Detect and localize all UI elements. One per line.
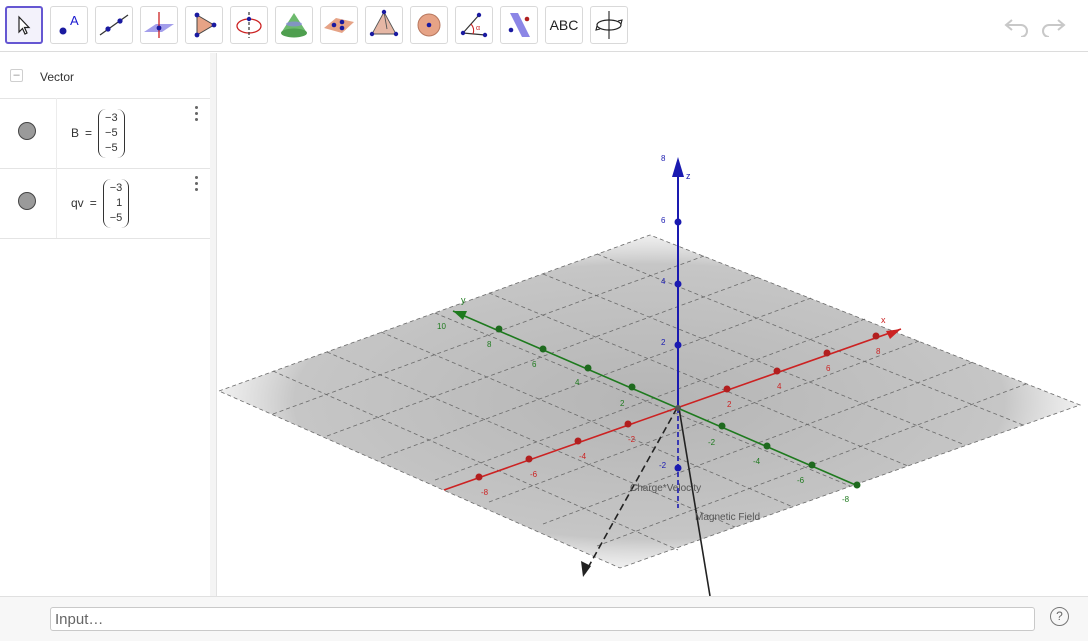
line-icon <box>99 14 129 36</box>
undo-icon <box>1004 19 1028 37</box>
svg-text:8: 8 <box>661 154 666 163</box>
svg-text:6: 6 <box>826 364 831 373</box>
visibility-cell <box>0 168 57 238</box>
panel-resize-handle[interactable] <box>210 53 217 596</box>
text-tool-button[interactable]: ABC <box>545 6 583 44</box>
algebra-input-field[interactable] <box>50 607 1035 631</box>
pyramid-tool-button[interactable] <box>365 6 403 44</box>
object-name: B <box>71 126 80 140</box>
object-name: qv <box>71 196 84 210</box>
svg-text:2: 2 <box>661 338 666 347</box>
perpendicular-line-tool-button[interactable] <box>140 6 178 44</box>
more-options-icon[interactable] <box>195 106 199 124</box>
redo-icon <box>1042 19 1066 37</box>
equals-sign: = <box>85 126 93 140</box>
group-label: Vector <box>40 70 75 84</box>
reflect-tool-button[interactable] <box>500 6 538 44</box>
circle-axis-icon <box>236 12 262 38</box>
svg-text:4: 4 <box>575 378 580 387</box>
svg-text:A: A <box>70 13 79 28</box>
svg-text:2: 2 <box>727 400 732 409</box>
line-tool-button[interactable] <box>95 6 133 44</box>
sphere-icon <box>417 13 441 37</box>
z-axis-arrow-icon <box>672 157 684 177</box>
redo-button[interactable] <box>1038 12 1068 40</box>
angle-icon: α <box>460 12 488 38</box>
vector-component: −5 <box>105 126 118 139</box>
svg-text:-2: -2 <box>708 438 716 447</box>
vector-component: −5 <box>109 211 123 224</box>
svg-text:-6: -6 <box>797 476 805 485</box>
svg-text:10: 10 <box>437 322 446 331</box>
algebra-row-qv[interactable]: qv = −3 1 −5 <box>0 168 210 239</box>
polygon-icon <box>194 12 217 38</box>
visibility-cell <box>0 98 57 168</box>
rotate-view-tool-button[interactable] <box>590 6 628 44</box>
svg-text:4: 4 <box>777 382 782 391</box>
point-icon: A <box>59 13 79 35</box>
svg-text:-2: -2 <box>659 461 667 470</box>
svg-text:6: 6 <box>661 216 666 225</box>
visibility-toggle-icon[interactable] <box>18 122 36 140</box>
cone-icon <box>281 13 307 38</box>
vector-component: −3 <box>109 181 123 194</box>
algebra-expression[interactable]: qv = −3 1 −5 <box>71 168 130 238</box>
undo-button[interactable] <box>1002 12 1032 40</box>
svg-text:4: 4 <box>661 277 666 286</box>
algebra-view: – Vector B = −3 −5 −5 qv = −3 1 −5 <box>0 53 211 596</box>
svg-text:-4: -4 <box>753 457 761 466</box>
x-axis-label: x <box>881 315 886 325</box>
svg-text:6: 6 <box>532 360 537 369</box>
group-header-vector: – Vector <box>0 53 210 99</box>
svg-text:8: 8 <box>487 340 492 349</box>
svg-text:-4: -4 <box>579 452 587 461</box>
svg-text:α: α <box>476 25 480 32</box>
algebra-expression[interactable]: B = −3 −5 −5 <box>71 98 125 168</box>
svg-text:-2: -2 <box>628 435 636 444</box>
circle-axis-tool-button[interactable] <box>230 6 268 44</box>
rotate-view-icon <box>595 11 623 39</box>
z-axis-label: z <box>686 171 691 181</box>
perpendicular-plane-icon <box>144 12 174 38</box>
polygon-tool-button[interactable] <box>185 6 223 44</box>
svg-text:-6: -6 <box>530 470 538 479</box>
vector-matrix: −3 1 −5 <box>102 178 130 228</box>
vector-b-label: Magnetic Field <box>695 512 760 523</box>
graphics-3d-view[interactable]: 10 8 6 4 2 -2 -4 -6 -8 y -8 -6 -4 -2 2 4… <box>217 53 1088 596</box>
xy-plane <box>219 235 1080 568</box>
reflect-plane-icon <box>508 13 530 37</box>
vector-qv-label: Charge*Velocity <box>630 483 701 494</box>
vector-component: −5 <box>105 141 118 154</box>
more-options-icon[interactable] <box>195 176 199 194</box>
cone-tool-button[interactable] <box>275 6 313 44</box>
toolbar: A α ABC <box>0 0 1088 52</box>
arrow-pointer-icon <box>18 15 31 35</box>
svg-text:-8: -8 <box>481 488 489 497</box>
move-tool-button[interactable] <box>5 6 43 44</box>
equals-sign: = <box>89 196 97 210</box>
vector-component: 1 <box>116 196 123 209</box>
plane-through-points-tool-button[interactable] <box>320 6 358 44</box>
sphere-tool-button[interactable] <box>410 6 448 44</box>
y-axis-label: y <box>461 295 466 305</box>
origin-point <box>675 405 681 411</box>
graphics-canvas[interactable]: 10 8 6 4 2 -2 -4 -6 -8 y -8 -6 -4 -2 2 4… <box>217 53 1088 596</box>
svg-text:2: 2 <box>620 399 625 408</box>
plane-points-icon <box>324 18 354 33</box>
svg-text:-8: -8 <box>842 495 850 504</box>
vector-component: −3 <box>105 111 118 124</box>
angle-tool-button[interactable]: α <box>455 6 493 44</box>
text-icon: ABC <box>549 17 579 33</box>
svg-text:8: 8 <box>876 347 881 356</box>
collapse-group-button[interactable]: – <box>10 69 23 82</box>
visibility-toggle-icon[interactable] <box>18 192 36 210</box>
input-bar: ? <box>0 596 1088 641</box>
point-tool-button[interactable]: A <box>50 6 88 44</box>
vector-matrix: −3 −5 −5 <box>98 108 125 158</box>
pyramid-icon <box>369 9 399 37</box>
help-button[interactable]: ? <box>1050 607 1069 626</box>
algebra-row-b[interactable]: B = −3 −5 −5 <box>0 98 210 169</box>
